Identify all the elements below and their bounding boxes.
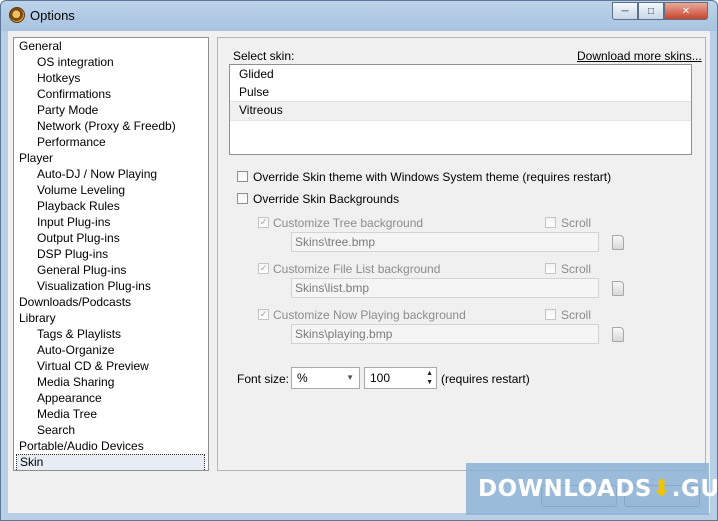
tree-item-media-tree[interactable]: Media Tree bbox=[14, 406, 208, 422]
maximize-button[interactable]: □ bbox=[638, 2, 664, 20]
filelist-bg-browse-button[interactable] bbox=[612, 281, 624, 296]
tree-item-search[interactable]: Search bbox=[14, 422, 208, 438]
minimize-button[interactable]: ─ bbox=[612, 2, 638, 20]
watermark-suffix: .GURU bbox=[671, 476, 718, 502]
tree-item-general[interactable]: General bbox=[14, 38, 208, 54]
download-more-skins-link[interactable]: Download more skins... bbox=[577, 49, 702, 63]
tree-bg-browse-button[interactable] bbox=[612, 235, 624, 250]
skin-list[interactable]: Glided Pulse Vitreous bbox=[229, 64, 692, 155]
nowplaying-scroll-checkbox[interactable] bbox=[545, 309, 556, 320]
tree-item-volume-leveling[interactable]: Volume Leveling bbox=[14, 182, 208, 198]
nowplaying-scroll-label: Scroll bbox=[561, 308, 592, 322]
font-size-value: 100 bbox=[370, 371, 391, 385]
tree-item-downloads-podcasts[interactable]: Downloads/Podcasts bbox=[14, 294, 208, 310]
tree-item-tags-playlists[interactable]: Tags & Playlists bbox=[14, 326, 208, 342]
nowplaying-bg-path-field[interactable]: Skins\playing.bmp bbox=[291, 324, 599, 344]
tree-item-confirmations[interactable]: Confirmations bbox=[14, 86, 208, 102]
options-window: Options ─ □ ✕ General OS integration Hotke… bbox=[0, 0, 718, 521]
tree-item-network-proxy-freedb[interactable]: Network (Proxy & Freedb) bbox=[14, 118, 208, 134]
select-skin-label: Select skin: bbox=[233, 49, 295, 63]
spinner-arrows-icon[interactable]: ▲ ▼ bbox=[426, 369, 433, 387]
window-title: Options bbox=[30, 8, 75, 23]
tree-item-output-plug-ins[interactable]: Output Plug-ins bbox=[14, 230, 208, 246]
minimize-icon: ─ bbox=[621, 5, 629, 17]
override-theme-label: Override Skin theme with Windows System … bbox=[253, 170, 612, 184]
override-backgrounds-label: Override Skin Backgrounds bbox=[253, 192, 400, 206]
skin-item-glided[interactable]: Glided bbox=[230, 65, 691, 83]
tree-item-performance[interactable]: Performance bbox=[14, 134, 208, 150]
tree-item-visualization-plug-ins[interactable]: Visualization Plug-ins bbox=[14, 278, 208, 294]
filelist-bg-path-field[interactable]: Skins\list.bmp bbox=[291, 278, 599, 298]
font-requires-restart-label: (requires restart) bbox=[441, 372, 530, 386]
download-arrow-icon: ⬇ bbox=[652, 476, 672, 502]
tree-item-media-sharing[interactable]: Media Sharing bbox=[14, 374, 208, 390]
tree-item-library[interactable]: Library bbox=[14, 310, 208, 326]
customize-filelist-bg-checkbox[interactable]: ✓ bbox=[258, 263, 269, 274]
skin-item-pulse[interactable]: Pulse bbox=[230, 83, 691, 101]
tree-scroll-checkbox[interactable] bbox=[545, 217, 556, 228]
dialog-body: General OS integration Hotkeys Confirmation… bbox=[8, 31, 710, 513]
tree-item-hotkeys[interactable]: Hotkeys bbox=[14, 70, 208, 86]
tree-item-playback-rules[interactable]: Playback Rules bbox=[14, 198, 208, 214]
font-unit-select[interactable]: % ▼ bbox=[291, 367, 360, 389]
tree-item-appearance[interactable]: Appearance bbox=[14, 390, 208, 406]
title-bar[interactable]: Options ─ □ ✕ bbox=[1, 1, 717, 31]
customize-tree-bg-label: Customize Tree background bbox=[273, 216, 424, 230]
tree-item-auto-dj-now-playing[interactable]: Auto-DJ / Now Playing bbox=[14, 166, 208, 182]
override-backgrounds-checkbox[interactable] bbox=[237, 193, 248, 204]
override-theme-checkbox[interactable] bbox=[237, 171, 248, 182]
downloads-guru-watermark: DOWNLOADS⬇.GURU bbox=[466, 463, 717, 515]
close-icon: ✕ bbox=[681, 5, 691, 17]
tree-scroll-label: Scroll bbox=[561, 216, 592, 230]
close-button[interactable]: ✕ bbox=[664, 2, 708, 20]
tree-item-os-integration[interactable]: OS integration bbox=[14, 54, 208, 70]
tree-item-skin[interactable]: Skin bbox=[16, 454, 205, 470]
app-logo-icon bbox=[9, 7, 25, 23]
tree-item-party-mode[interactable]: Party Mode bbox=[14, 102, 208, 118]
tree-item-general-plug-ins[interactable]: General Plug-ins bbox=[14, 262, 208, 278]
nowplaying-bg-browse-button[interactable] bbox=[612, 327, 624, 342]
customize-filelist-bg-label: Customize File List background bbox=[273, 262, 441, 276]
customize-tree-bg-checkbox[interactable]: ✓ bbox=[258, 217, 269, 228]
font-unit-value: % bbox=[297, 371, 308, 385]
chevron-down-icon: ▼ bbox=[346, 373, 354, 382]
customize-nowplaying-bg-checkbox[interactable]: ✓ bbox=[258, 309, 269, 320]
skin-panel: Select skin: Download more skins... Glid… bbox=[217, 37, 706, 471]
font-size-label: Font size: bbox=[237, 372, 290, 386]
font-size-spinner[interactable]: 100 ▲ ▼ bbox=[364, 367, 437, 389]
tree-item-auto-organize[interactable]: Auto-Organize bbox=[14, 342, 208, 358]
customize-nowplaying-bg-label: Customize Now Playing background bbox=[273, 308, 466, 322]
skin-item-vitreous[interactable]: Vitreous bbox=[230, 101, 691, 121]
tree-bg-path-field[interactable]: Skins\tree.bmp bbox=[291, 232, 599, 252]
tree-item-input-plug-ins[interactable]: Input Plug-ins bbox=[14, 214, 208, 230]
watermark-text: DOWNLOADS bbox=[478, 476, 652, 502]
tree-item-dsp-plug-ins[interactable]: DSP Plug-ins bbox=[14, 246, 208, 262]
filelist-scroll-checkbox[interactable] bbox=[545, 263, 556, 274]
filelist-scroll-label: Scroll bbox=[561, 262, 592, 276]
maximize-icon: □ bbox=[647, 5, 655, 17]
tree-item-portable-audio-devices[interactable]: Portable/Audio Devices bbox=[14, 438, 208, 454]
tree-item-virtual-cd-preview[interactable]: Virtual CD & Preview bbox=[14, 358, 208, 374]
options-tree[interactable]: General OS integration Hotkeys Confirmation… bbox=[13, 37, 209, 471]
tree-item-player[interactable]: Player bbox=[14, 150, 208, 166]
